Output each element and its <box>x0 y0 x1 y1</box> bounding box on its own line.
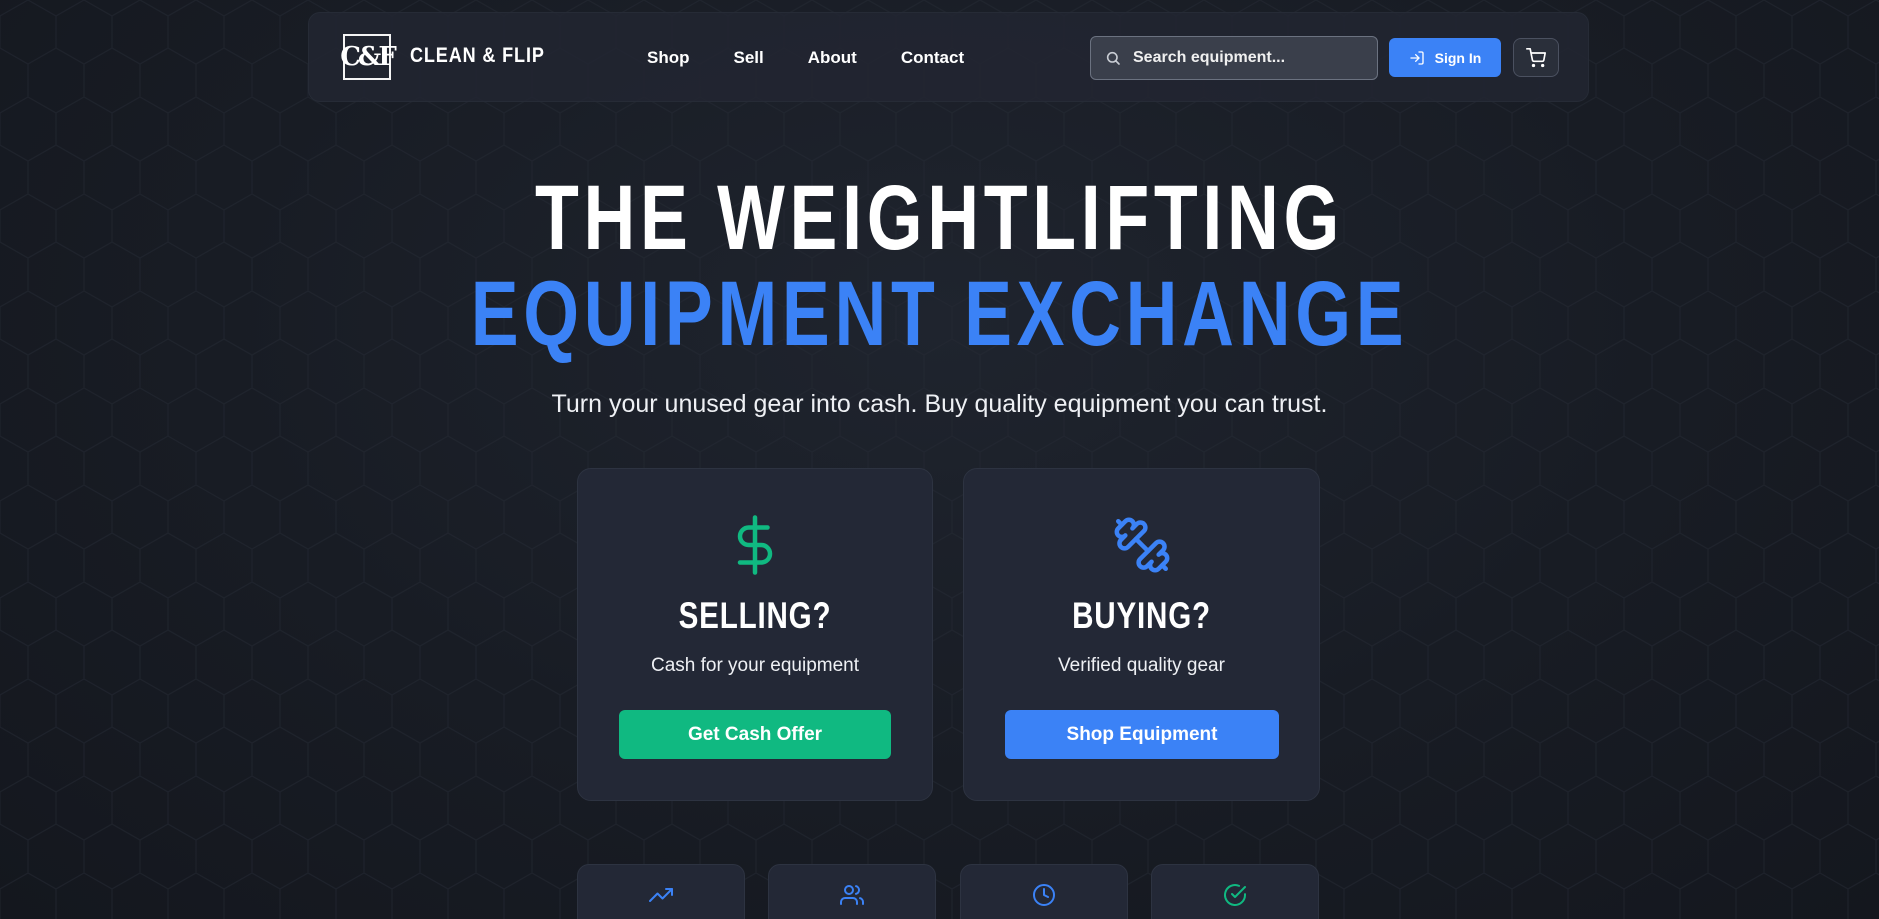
hero-title-line-1: THE WEIGHTLIFTING <box>534 167 1345 269</box>
clock-icon <box>1033 884 1055 906</box>
search-input[interactable] <box>1133 49 1363 67</box>
get-cash-offer-button[interactable]: Get Cash Offer <box>619 710 891 759</box>
top-navigation-bar: C&F CLEAN & FLIP Shop Sell About Contact… <box>308 12 1589 102</box>
search-icon <box>1106 51 1120 65</box>
search-box <box>1090 36 1378 80</box>
dumbbell-icon <box>1114 517 1169 573</box>
selling-card: SELLING? Cash for your equipment Get Cas… <box>577 468 933 801</box>
stat-card-users <box>768 864 936 919</box>
check-circle-icon <box>1224 884 1246 906</box>
nav-link-sell[interactable]: Sell <box>734 48 764 68</box>
buying-card-description: Verified quality gear <box>1058 655 1225 676</box>
sign-in-icon <box>1409 50 1424 65</box>
main-nav: Shop Sell About Contact <box>647 48 1008 68</box>
buying-card: BUYING? Verified quality gear Shop Equip… <box>963 468 1320 801</box>
trending-up-icon <box>649 888 673 902</box>
stat-card-verified <box>1151 864 1319 919</box>
dollar-icon <box>737 515 773 575</box>
buying-card-title: BUYING? <box>1072 595 1211 636</box>
hero-title-line-2: EQUIPMENT EXCHANGE <box>470 263 1409 365</box>
logo-text: C&F <box>340 42 397 72</box>
nav-link-shop[interactable]: Shop <box>647 48 690 68</box>
stat-card-time <box>960 864 1128 919</box>
hexagon-background-pattern <box>0 0 1879 919</box>
stat-card-growth <box>577 864 745 919</box>
hero-subtitle: Turn your unused gear into cash. Buy qua… <box>551 390 1328 418</box>
cart-button[interactable] <box>1513 38 1559 77</box>
logo[interactable]: C&F <box>340 34 397 80</box>
selling-card-description: Cash for your equipment <box>650 655 860 676</box>
sign-in-button[interactable]: Sign In <box>1389 38 1501 77</box>
users-icon <box>840 885 864 905</box>
sign-in-label: Sign In <box>1434 49 1482 66</box>
nav-link-contact[interactable]: Contact <box>901 48 964 68</box>
selling-card-title: SELLING? <box>678 595 832 636</box>
shopping-cart-icon <box>1526 47 1546 67</box>
brand-name[interactable]: CLEAN & FLIP <box>410 44 545 68</box>
nav-link-about[interactable]: About <box>808 48 857 68</box>
shop-equipment-button[interactable]: Shop Equipment <box>1005 710 1279 759</box>
